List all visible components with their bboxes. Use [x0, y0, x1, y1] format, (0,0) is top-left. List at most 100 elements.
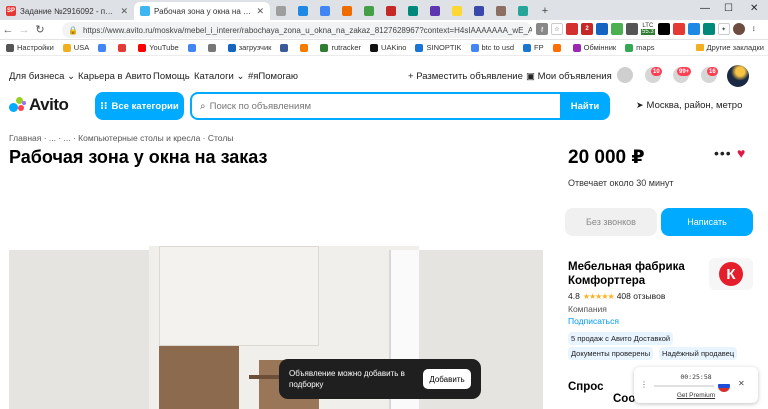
ext-red-icon[interactable]: 2 — [581, 23, 593, 35]
uakino-icon — [370, 43, 379, 52]
key-icon[interactable]: ⚷ — [536, 23, 548, 35]
bookmark-youtube[interactable]: YouTube — [138, 43, 179, 52]
bookmark-grey[interactable] — [207, 43, 219, 52]
reload-icon[interactable]: ↻ — [32, 23, 48, 36]
avito-logo[interactable]: Avito — [9, 95, 69, 115]
bookmark-usa[interactable]: USA — [62, 43, 89, 52]
flag-ru-icon[interactable] — [566, 23, 578, 35]
tab-close-icon[interactable]: ✕ — [120, 6, 128, 17]
location-selector[interactable]: ➤ Москва, район, метро — [636, 100, 742, 111]
browser-tab-task[interactable]: SP Задание №2916092 - просмотр з ✕ — [0, 2, 134, 20]
bookmark-facebook[interactable] — [280, 43, 291, 52]
profile-avatar-icon[interactable] — [732, 23, 745, 35]
toast-add-button[interactable]: Добавить — [423, 369, 471, 389]
bookmark-other[interactable]: Другие закладки — [695, 43, 764, 52]
collection-toast: Объявление можно добавить в подборку Доб… — [279, 359, 481, 399]
browser-tab-mini[interactable] — [512, 2, 534, 20]
close-window-icon[interactable]: ✕ — [750, 3, 758, 14]
hashtag-link[interactable]: #яПомогаю — [248, 71, 298, 82]
bookmark-maps[interactable]: maps — [625, 43, 655, 52]
bookmark-icon — [207, 43, 216, 52]
bookmark-google[interactable] — [98, 43, 109, 52]
bookmark-exchanger[interactable]: Обмінник — [572, 43, 616, 52]
all-categories-button[interactable]: ⁝⁝ Все категории — [95, 92, 184, 120]
ext-grey-icon[interactable] — [626, 23, 638, 35]
favorites-heart-icon[interactable] — [617, 67, 633, 83]
premium-player-overlay: ⋮ 00:25:58 ✕ Get Premium — [634, 367, 758, 403]
write-message-button[interactable]: Написать — [661, 208, 753, 236]
career-link[interactable]: Карьера в Авито — [78, 71, 151, 82]
tab-close-icon[interactable]: ✕ — [256, 6, 264, 17]
user-avatar[interactable] — [727, 65, 749, 87]
bookmark-btc[interactable]: btc to usd — [470, 43, 514, 52]
browser-tab-mini[interactable] — [446, 2, 468, 20]
ext-teal-icon[interactable] — [702, 23, 715, 35]
catalogs-link[interactable]: Каталоги ⌄ — [194, 71, 244, 82]
maximize-icon[interactable]: ☐ — [724, 3, 733, 14]
ltc-ticker[interactable]: LTC 55.3 — [641, 23, 655, 35]
response-time: Отвечает около 30 минут — [568, 178, 674, 188]
drag-handle-icon[interactable]: ⋮ — [640, 380, 648, 389]
url-field[interactable]: 🔒 https://www.avito.ru/moskva/mebel_i_in… — [62, 22, 532, 38]
bookmark-settings[interactable]: Настройки — [6, 43, 54, 52]
search-button[interactable]: Найти — [560, 92, 610, 120]
seller-logo[interactable]: К — [709, 258, 753, 290]
bookmark-google2[interactable] — [187, 43, 199, 52]
yandex-icon — [118, 43, 127, 52]
browser-tab-mini[interactable] — [490, 2, 512, 20]
search-icon: ⌕ — [200, 100, 206, 112]
breadcrumb[interactable]: Главная · ... · ... · Компьютерные столы… — [9, 133, 233, 143]
ext-blue-icon[interactable] — [596, 23, 608, 35]
menu-kebab-icon[interactable]: ⋮ — [747, 23, 760, 35]
ext-green-icon[interactable] — [611, 23, 623, 35]
puzzle-icon[interactable]: ✦ — [717, 23, 730, 35]
browser-tab-mini[interactable] — [358, 2, 380, 20]
subscribe-link[interactable]: Подписаться — [568, 316, 619, 326]
back-icon[interactable]: ← — [0, 24, 16, 36]
search-box: ⌕ — [190, 92, 562, 120]
browser-tab-mini[interactable] — [380, 2, 402, 20]
seller-name[interactable]: Мебельная фабрика Комфорттера — [568, 260, 698, 288]
ext-blue2-icon[interactable] — [687, 23, 700, 35]
progress-track[interactable] — [654, 385, 714, 387]
forward-icon[interactable]: → — [16, 24, 32, 36]
for-business-link[interactable]: Для бизнеса ⌄ — [9, 71, 75, 82]
get-premium-link[interactable]: Get Premium — [634, 392, 758, 399]
bookmark-fp[interactable]: FP — [523, 43, 544, 52]
browser-tab-mini[interactable] — [424, 2, 446, 20]
search-input[interactable] — [209, 100, 540, 112]
browser-tab-mini[interactable] — [468, 2, 490, 20]
chip-documents-verified: Документы проверены — [568, 347, 654, 360]
bookmark-rutracker[interactable]: rutracker — [320, 43, 361, 52]
close-icon[interactable]: ✕ — [738, 379, 745, 388]
browser-tab-strip: SP Задание №2916092 - просмотр з ✕ Рабоч… — [0, 0, 768, 20]
rutracker-icon — [320, 43, 329, 52]
browser-tab-mini[interactable] — [292, 2, 314, 20]
post-ad-link[interactable]: + Разместить объявление — [408, 71, 523, 82]
help-link[interactable]: Помощь — [153, 71, 190, 82]
browser-tab-mini[interactable] — [270, 2, 292, 20]
browser-tab-mini[interactable] — [336, 2, 358, 20]
ext-black-icon[interactable] — [657, 23, 670, 35]
ext-red2-icon[interactable] — [672, 23, 685, 35]
bookmark-sinoptik[interactable]: SINOPTIK — [415, 43, 462, 52]
minimize-icon[interactable]: — — [700, 3, 710, 14]
favorite-heart-icon[interactable]: ♥ — [737, 145, 745, 161]
flag-ru-icon[interactable] — [718, 380, 730, 392]
tab-title: Задание №2916092 - просмотр з — [20, 6, 117, 16]
browser-tab-mini[interactable] — [314, 2, 336, 20]
star-icon[interactable]: ☆ — [551, 23, 563, 35]
seller-rating[interactable]: 4.8 ★★★★★ 408 отзывов — [568, 291, 665, 301]
browser-tab-mini[interactable] — [402, 2, 424, 20]
bookmark-uakino[interactable]: UAKino — [370, 43, 406, 52]
bookmark-yandex[interactable] — [118, 43, 129, 52]
my-ads-link[interactable]: ▣ Мои объявления — [526, 71, 612, 82]
new-tab-button[interactable]: + — [534, 2, 556, 20]
bookmark-downloader[interactable]: загрузчик — [227, 43, 271, 52]
no-calls-button[interactable]: Без звонков — [565, 208, 657, 236]
tab-favicon-icon — [320, 6, 330, 16]
more-options-icon[interactable]: ••• — [714, 145, 732, 161]
bookmark-orange[interactable] — [300, 43, 311, 52]
bookmark-orange2[interactable] — [552, 43, 564, 52]
browser-tab-avito[interactable]: Рабочая зона у окна на заказ ку ✕ — [134, 2, 270, 20]
